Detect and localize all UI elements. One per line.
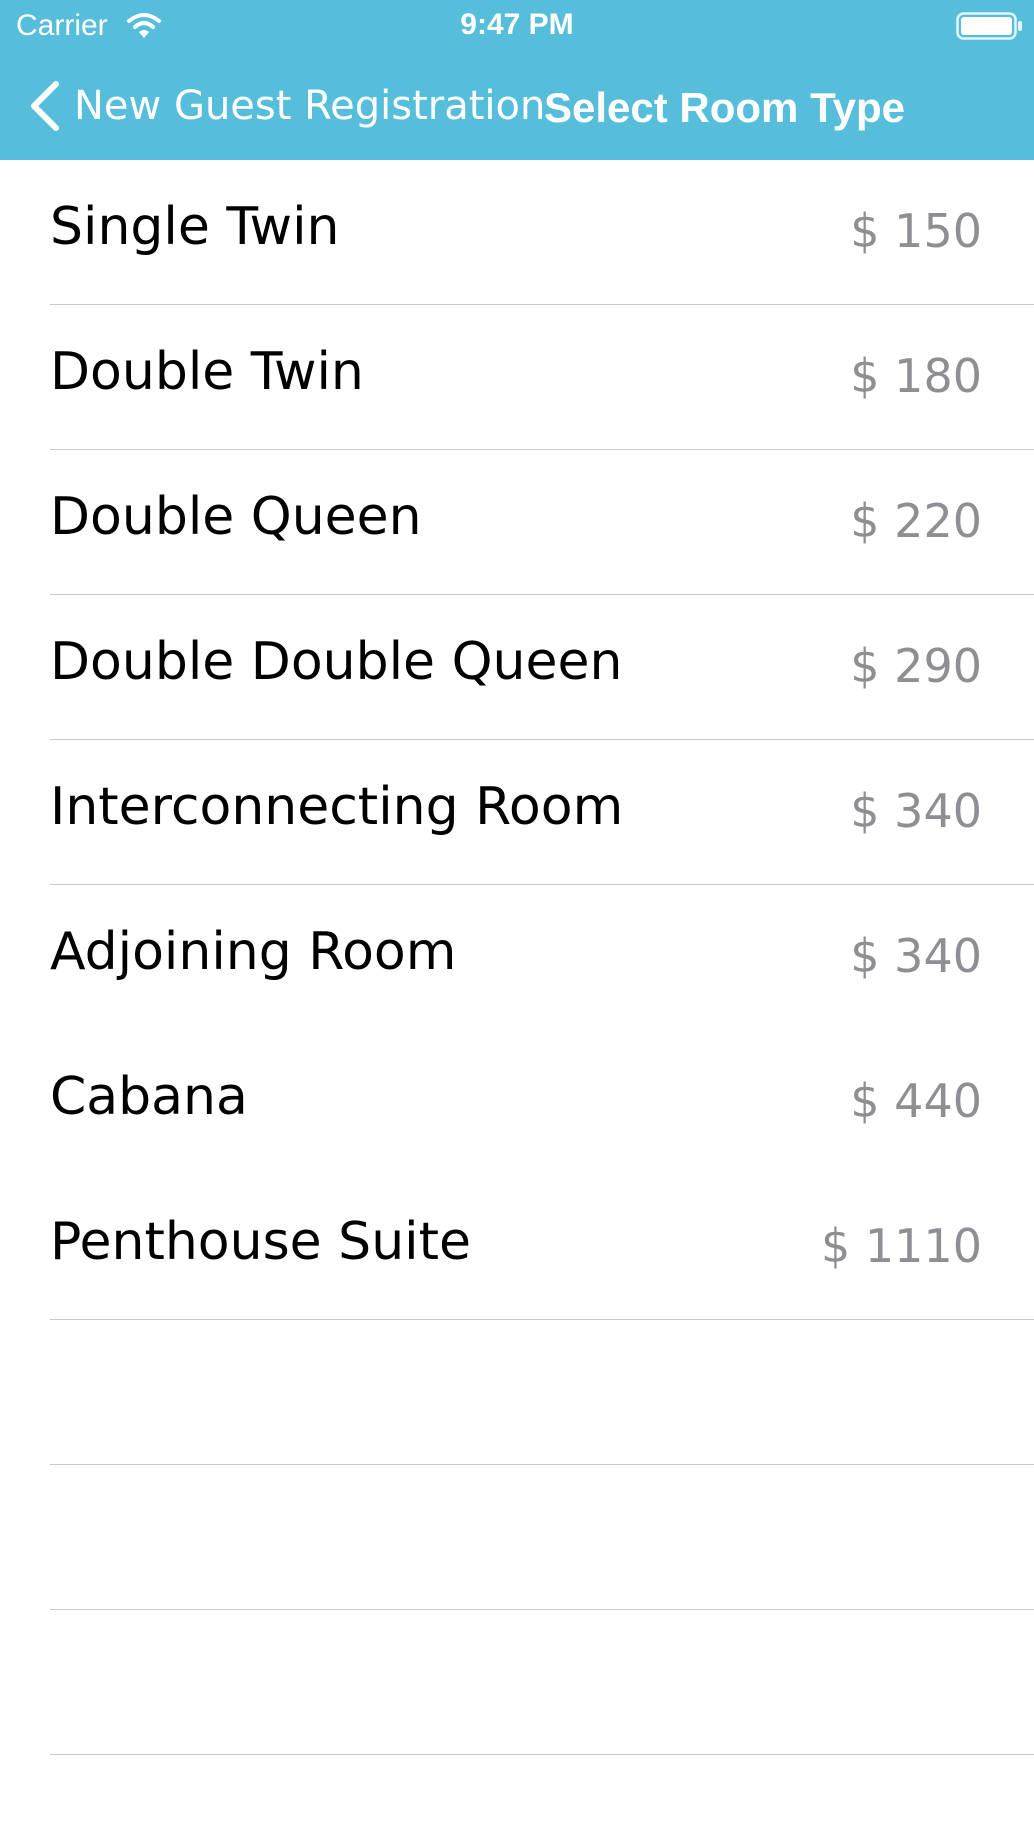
- room-row-double-queen[interactable]: Double Queen $ 220: [0, 450, 1034, 595]
- back-button[interactable]: New Guest Registration: [28, 78, 545, 134]
- back-label: New Guest Registration: [74, 83, 546, 129]
- room-row-penthouse-suite[interactable]: Penthouse Suite $ 1110: [0, 1175, 1034, 1320]
- room-price: $ 1110: [821, 1219, 982, 1273]
- battery-icon: [956, 12, 1022, 40]
- room-price: $ 180: [850, 349, 982, 403]
- room-row-double-double-queen[interactable]: Double Double Queen $ 290: [0, 595, 1034, 740]
- header: Carrier 9:47 PM New Guest Registration S…: [0, 0, 1034, 160]
- page-title: Select Room Type: [544, 84, 905, 131]
- room-row-single-twin[interactable]: Single Twin $ 150: [0, 160, 1034, 305]
- room-row-interconnecting-room[interactable]: Interconnecting Room $ 340: [0, 740, 1034, 885]
- room-row-double-twin[interactable]: Double Twin $ 180: [0, 305, 1034, 450]
- empty-row: [0, 1465, 1034, 1610]
- status-bar: Carrier 9:47 PM: [0, 0, 1034, 52]
- room-name: Cabana: [50, 1067, 248, 1127]
- room-name: Double Queen: [50, 487, 422, 547]
- room-price: $ 440: [850, 1074, 982, 1128]
- empty-row: [0, 1610, 1034, 1755]
- room-row-adjoining-room[interactable]: Adjoining Room $ 340: [0, 885, 1034, 1030]
- clock: 9:47 PM: [460, 8, 574, 41]
- navigation-bar: New Guest Registration Select Room Type: [0, 64, 1034, 148]
- room-price: $ 290: [850, 639, 982, 693]
- room-type-list: Single Twin $ 150 Double Twin $ 180 Doub…: [0, 160, 1034, 1755]
- room-name: Penthouse Suite: [50, 1212, 471, 1272]
- row-separator: [50, 1754, 1034, 1755]
- room-name: Single Twin: [50, 197, 340, 257]
- chevron-left-icon: [31, 81, 59, 131]
- room-price: $ 340: [850, 784, 982, 838]
- empty-row: [0, 1320, 1034, 1465]
- room-name: Double Double Queen: [50, 632, 623, 692]
- room-row-cabana[interactable]: Cabana $ 440: [0, 1030, 1034, 1175]
- room-name: Interconnecting Room: [50, 777, 624, 837]
- room-name: Double Twin: [50, 342, 364, 402]
- room-price: $ 150: [850, 204, 982, 258]
- room-price: $ 340: [850, 929, 982, 983]
- room-price: $ 220: [850, 494, 982, 548]
- room-name: Adjoining Room: [50, 922, 457, 982]
